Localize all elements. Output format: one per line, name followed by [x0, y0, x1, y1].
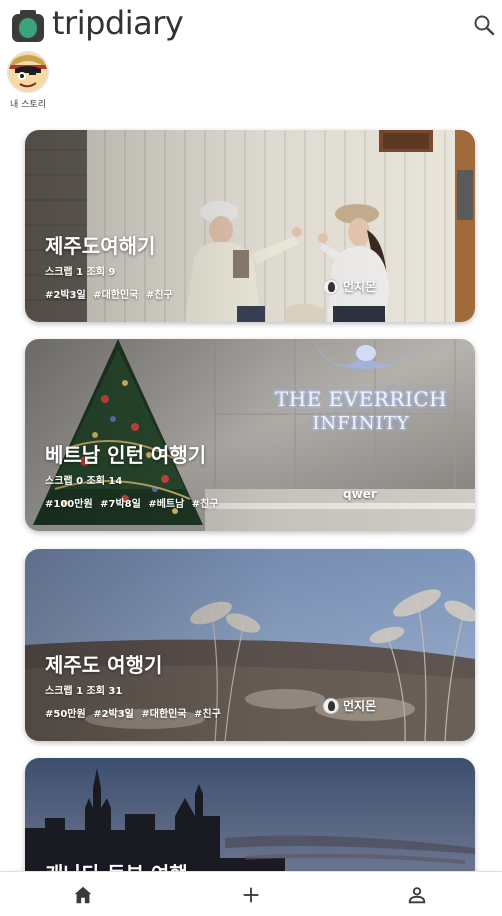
- tag: #대한민국: [141, 709, 187, 720]
- card-author: qwer: [343, 487, 377, 501]
- sign-line-1: THE EVERRICH: [274, 387, 448, 411]
- card-tags: #50만원 #2박3일 #대한민국 #친구: [45, 705, 225, 720]
- card-author: 먼지몬: [323, 278, 376, 295]
- profile-icon: [408, 887, 426, 904]
- trip-card[interactable]: 제주도여해기 스크랩 1 조회 9 #2박3일 #대한민국 #친구 먼지몬: [25, 130, 475, 322]
- nav-add[interactable]: [238, 882, 264, 908]
- card-stats: 스크랩 1 조회 31: [45, 686, 123, 697]
- tag: #2박3일: [45, 290, 86, 301]
- tag: #친구: [145, 290, 173, 301]
- search-icon[interactable]: [472, 13, 496, 37]
- card-stats: 스크랩 1 조회 9: [45, 267, 116, 278]
- trip-card[interactable]: THE EVERRICH INFINITY 베트남 인턴 여행기 스크랩 0 조…: [25, 339, 475, 531]
- camera-icon: [12, 10, 44, 42]
- author-name: qwer: [343, 487, 377, 501]
- tag: #베트남: [148, 499, 185, 510]
- tag: #50만원: [45, 709, 86, 720]
- story-label: 내 스토리: [10, 100, 46, 110]
- tag: #대한민국: [93, 290, 139, 301]
- nav-profile[interactable]: [404, 882, 430, 908]
- card-tags: #2박3일 #대한민국 #친구: [45, 286, 177, 301]
- card-tags: #100만원 #7박8일 #베트남 #친구: [45, 495, 223, 510]
- card-title: 제주도 여행기: [45, 653, 163, 677]
- hotel-sign: THE EVERRICH INFINITY: [261, 387, 461, 434]
- avatar[interactable]: [7, 51, 49, 93]
- author-avatar: [323, 278, 339, 295]
- author-name: 먼지몬: [343, 280, 377, 294]
- author-name: 먼지몬: [343, 699, 377, 713]
- card-title: 베트남 인턴 여행기: [45, 443, 207, 467]
- app-header: tripdiary: [0, 0, 502, 50]
- card-author: 먼지몬: [323, 697, 376, 714]
- tag: #친구: [191, 499, 219, 510]
- home-icon: [74, 886, 92, 904]
- sign-line-2: INFINITY: [312, 413, 410, 434]
- author-avatar: [323, 697, 339, 714]
- my-story[interactable]: 내 스토리: [6, 51, 50, 110]
- trip-card[interactable]: 제주도 여행기 스크랩 1 조회 31 #50만원 #2박3일 #대한민국 #친…: [25, 549, 475, 741]
- nav-home[interactable]: [70, 882, 96, 908]
- tag: #친구: [194, 709, 221, 720]
- tag: #2박3일: [93, 709, 134, 720]
- tag: #7박8일: [100, 499, 141, 510]
- bottom-nav: [0, 871, 502, 916]
- card-stats: 스크랩 0 조회 14: [45, 476, 123, 487]
- plus-icon: [243, 887, 259, 903]
- app-logo-text: tripdiary: [52, 4, 184, 42]
- card-title: 제주도여해기: [45, 234, 156, 258]
- tag: #100만원: [45, 499, 93, 510]
